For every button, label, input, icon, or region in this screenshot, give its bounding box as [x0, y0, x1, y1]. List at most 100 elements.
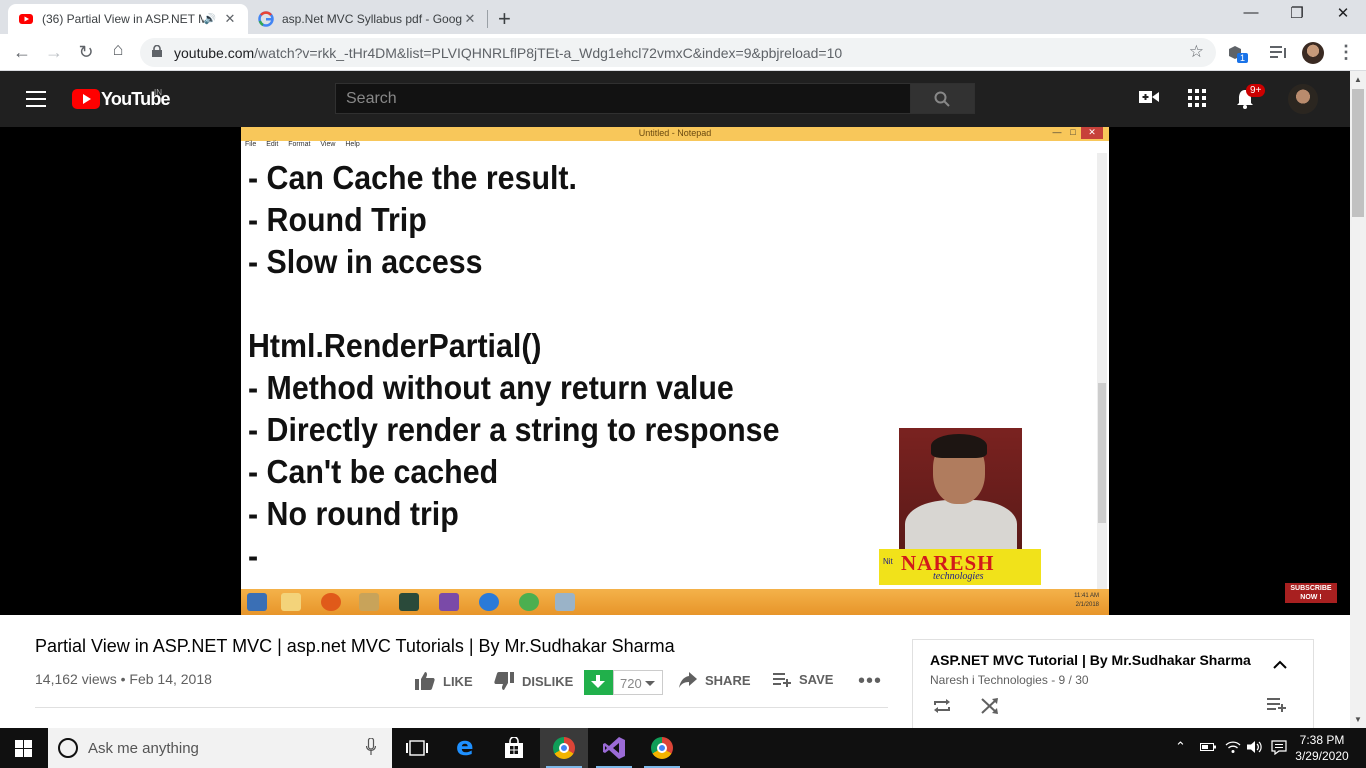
bookmark-star-icon[interactable]: ☆: [1189, 42, 1204, 62]
playlist-panel: ASP.NET MVC Tutorial | By Mr.Sudhakar Sh…: [912, 639, 1314, 739]
task-view-button[interactable]: [392, 728, 440, 768]
playlist-menu-icon[interactable]: [1267, 698, 1287, 712]
chrome-taskbar-button-2[interactable]: [638, 728, 686, 768]
brand-sub: technologies: [933, 571, 984, 582]
account-avatar[interactable]: [1288, 84, 1318, 114]
close-tab-icon[interactable]: ✕: [222, 11, 238, 27]
windows-start-icon[interactable]: [15, 740, 32, 757]
google-favicon-icon: [258, 11, 274, 27]
video-title: Partial View in ASP.NET MVC | asp.net MV…: [35, 636, 675, 656]
playlist-position: 9 / 30: [1058, 673, 1089, 687]
url-text: youtube.com/watch?v=rkk_-tHr4DM&list=PLV…: [174, 45, 842, 61]
youtube-favicon-icon: [19, 14, 33, 24]
divider: [35, 707, 888, 708]
share-button[interactable]: SHARE: [679, 672, 751, 688]
minimize-icon[interactable]: —: [1228, 4, 1274, 21]
dislike-label: DISLIKE: [522, 673, 574, 689]
text-line: - Round Trip: [248, 201, 427, 238]
new-tab-icon[interactable]: +: [498, 6, 511, 32]
notepad-title: Untitled - Notepad: [638, 128, 712, 138]
hamburger-menu-icon[interactable]: [26, 91, 46, 107]
clock-date: 3/29/2020: [1295, 749, 1349, 763]
close-tab-icon[interactable]: ✕: [462, 11, 478, 27]
speaker-icon[interactable]: 🔊: [204, 14, 216, 25]
save-label: SAVE: [799, 672, 834, 687]
battery-icon[interactable]: [1200, 741, 1216, 753]
visual-studio-icon: [439, 593, 459, 611]
tab-title: (36) Partial View in ASP.NET M: [42, 12, 204, 26]
notepad-menubar: File Edit Format View Help: [241, 141, 1109, 153]
lock-icon: [152, 45, 162, 57]
playlist-title[interactable]: ASP.NET MVC Tutorial | By Mr.Sudhakar Sh…: [930, 652, 1251, 668]
subscribe-now-text: NOW !: [1300, 594, 1322, 601]
text-line: - No round trip: [248, 495, 459, 532]
system-clock[interactable]: 7:38 PM 3/29/2020: [1292, 732, 1352, 764]
browser-toolbar: ← → ↻ ⌂ youtube.com/watch?v=rkk_-tHr4DM&…: [0, 34, 1366, 71]
notepad-menu-item: Edit: [266, 141, 279, 148]
video-meta: 14,162 views • Feb 14, 2018: [35, 671, 212, 687]
playlist-channel[interactable]: Naresh i Technologies: [930, 673, 1048, 687]
view-count: 14,162 views: [35, 671, 117, 687]
download-count-select[interactable]: 720: [613, 670, 663, 695]
playlist-add-icon: [773, 672, 791, 687]
volume-icon[interactable]: [1247, 740, 1263, 754]
restore-icon[interactable]: ❐: [1274, 4, 1320, 22]
notepad-maximize-icon: □: [1070, 127, 1076, 137]
youtube-logo-icon[interactable]: [72, 89, 100, 109]
tab-youtube[interactable]: (36) Partial View in ASP.NET M 🔊 ✕: [8, 4, 248, 34]
chrome-taskbar-button[interactable]: [540, 728, 588, 768]
share-label: SHARE: [705, 672, 751, 688]
wifi-icon[interactable]: [1225, 740, 1241, 754]
tools-icon: [359, 593, 379, 611]
tab-google[interactable]: asp.Net MVC Syllabus pdf - Goog ✕: [248, 4, 488, 34]
profile-avatar[interactable]: [1302, 42, 1324, 64]
home-icon[interactable]: ⌂: [106, 39, 130, 60]
loop-icon[interactable]: [933, 698, 951, 714]
visual-studio-taskbar-button[interactable]: [590, 728, 638, 768]
upload-date: Feb 14, 2018: [129, 671, 212, 687]
create-video-icon[interactable]: [1139, 89, 1159, 105]
apps-grid-icon[interactable]: [1188, 89, 1206, 107]
notepad-close-icon: ✕: [1081, 127, 1103, 139]
scroll-down-icon[interactable]: ▼: [1354, 715, 1362, 724]
tray-chevron-up-icon[interactable]: ⌃: [1175, 739, 1186, 755]
action-center-icon[interactable]: [1271, 740, 1287, 755]
shuffle-icon[interactable]: [981, 698, 999, 714]
like-button[interactable]: LIKE: [415, 672, 473, 690]
microphone-icon[interactable]: [366, 738, 376, 756]
explorer-icon: [281, 593, 301, 611]
store-taskbar-button[interactable]: [490, 728, 538, 768]
window-close-icon[interactable]: ✕: [1320, 4, 1366, 22]
windows-taskbar: Ask me anything e ⌃ 7:38 PM 3/29/2020: [0, 728, 1366, 768]
scrollbar-thumb[interactable]: [1352, 89, 1364, 217]
address-bar[interactable]: youtube.com/watch?v=rkk_-tHr4DM&list=PLV…: [140, 38, 1216, 67]
text-line: Html.RenderPartial(): [248, 327, 542, 364]
notepad-taskbar-icon: [555, 593, 575, 611]
download-count: 720: [620, 676, 642, 691]
edge-taskbar-button[interactable]: e: [442, 728, 490, 768]
page-scrollbar[interactable]: ▲ ▼: [1350, 71, 1366, 728]
search-button[interactable]: [910, 83, 975, 114]
video-frame-taskbar: 11:41 AM 2/1/2018: [241, 589, 1109, 615]
back-icon[interactable]: ←: [10, 42, 34, 63]
naresh-logo: Nit NARESH technologies: [879, 549, 1041, 585]
presenter-webcam: [899, 428, 1022, 553]
text-line: - Slow in access: [248, 243, 483, 280]
search-input[interactable]: [336, 84, 910, 113]
url-host: youtube.com: [174, 45, 255, 61]
more-actions-icon[interactable]: •••: [858, 670, 882, 693]
tab-title: asp.Net MVC Syllabus pdf - Goog: [282, 12, 462, 26]
download-button[interactable]: [584, 670, 613, 695]
menu-kebab-icon[interactable]: ⋮: [1334, 42, 1358, 63]
inner-clock-time: 11:41 AM: [1074, 593, 1099, 599]
forward-icon[interactable]: →: [42, 42, 66, 63]
chevron-up-icon[interactable]: [1273, 660, 1287, 670]
reload-icon[interactable]: ↻: [74, 42, 98, 63]
dislike-button[interactable]: DISLIKE: [494, 672, 573, 690]
save-button[interactable]: SAVE: [773, 672, 833, 687]
cortana-search[interactable]: Ask me anything: [48, 728, 392, 768]
subscribe-watermark[interactable]: SUBSCRIBE NOW !: [1285, 583, 1337, 603]
download-arrow-icon: [591, 675, 605, 688]
scroll-up-icon[interactable]: ▲: [1354, 75, 1362, 84]
media-queue-icon[interactable]: [1270, 44, 1288, 60]
